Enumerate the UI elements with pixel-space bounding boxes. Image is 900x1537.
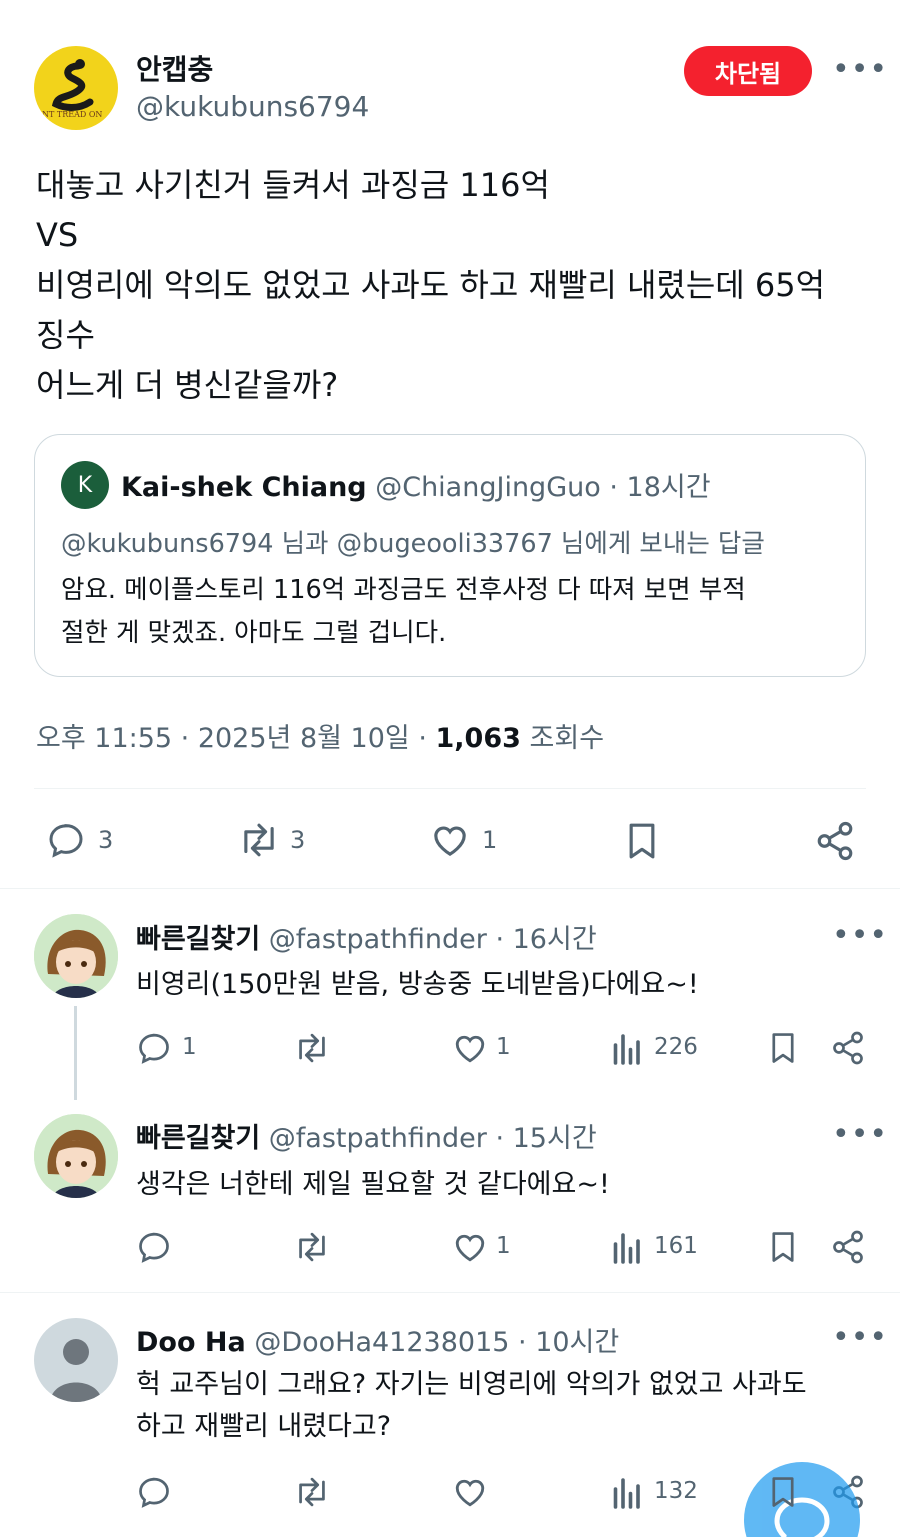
quote-text-line: 암요. 메이플스토리 116억 과징금도 전후사정 다 따져 보면 부적 xyxy=(61,575,746,605)
reply-display-name[interactable]: 빠른길찾기 xyxy=(136,924,260,955)
post-text-line: 대놓고 사기친거 들켜서 과징금 116억 xyxy=(36,166,550,204)
quote-text-line: 절한 게 맞겠죠. 아마도 그럴 겁니다. xyxy=(61,618,447,648)
reply-text: 헉 교주님이 그래요? 자기는 비영리에 악의가 없었고 사과도 하고 재빨리 … xyxy=(136,1364,807,1448)
reply-bubble-icon xyxy=(774,1497,830,1537)
quote-header: Kai-shek Chiang @ChiangJingGuo · 18시간 xyxy=(121,465,711,504)
reply-time: · 15시간 xyxy=(495,1123,597,1154)
reply-icon[interactable] xyxy=(46,820,86,860)
views-icon[interactable] xyxy=(610,1030,642,1066)
reply-more-icon[interactable]: ••• xyxy=(832,921,888,951)
reply-icon[interactable] xyxy=(136,1030,172,1066)
view-count: 132 xyxy=(654,1478,698,1504)
quote-avatar[interactable]: K xyxy=(61,461,109,509)
reply-avatar[interactable] xyxy=(34,1114,118,1198)
reply-icon[interactable] xyxy=(136,1474,172,1510)
default-avatar[interactable] xyxy=(34,1318,118,1402)
views-count: 1,063 xyxy=(435,723,521,754)
author-avatar[interactable]: NT TREAD ON xyxy=(34,46,118,130)
reply-handle[interactable]: @DooHa41238015 xyxy=(254,1327,509,1358)
views-icon[interactable] xyxy=(610,1474,642,1510)
thread-line xyxy=(74,1006,77,1100)
divider xyxy=(0,1292,900,1293)
reply-time: · 10시간 xyxy=(518,1327,620,1358)
reply-handle[interactable]: @fastpathfinder xyxy=(269,924,487,955)
retweet-icon[interactable] xyxy=(292,1030,332,1066)
post-meta: 오후 11:55 · 2025년 8월 10일 · 1,063 조회수 xyxy=(36,716,604,755)
share-icon[interactable] xyxy=(830,1229,866,1265)
quote-avatar-letter: K xyxy=(77,472,93,498)
reply-time: · 16시간 xyxy=(495,924,597,955)
reply-text: 비영리(150만원 받음, 방송중 도네받음)다에요~! xyxy=(136,969,699,1000)
view-count: 161 xyxy=(654,1233,698,1259)
quote-display-name[interactable]: Kai-shek Chiang xyxy=(121,472,367,503)
view-count: 226 xyxy=(654,1034,698,1060)
like-icon[interactable] xyxy=(452,1229,488,1265)
post-timestamp[interactable]: 오후 11:55 · 2025년 8월 10일 · xyxy=(36,723,427,754)
reply-header: Doo Ha @DooHa41238015 · 10시간 xyxy=(136,1320,619,1359)
reply-more-icon[interactable]: ••• xyxy=(832,1120,888,1150)
quote-text: 암요. 메이플스토리 116억 과징금도 전후사정 다 따져 보면 부적 절한 … xyxy=(61,569,746,655)
reply-header: 빠른길찾기 @fastpathfinder · 15시간 xyxy=(136,1116,597,1155)
divider xyxy=(0,888,900,889)
reply-display-name[interactable]: Doo Ha xyxy=(136,1327,246,1358)
reply-avatar[interactable] xyxy=(34,914,118,998)
reply-text-line: 하고 재빨리 내렸다고? xyxy=(136,1411,392,1442)
post-more-icon[interactable]: ••• xyxy=(832,55,888,85)
reply-header: 빠른길찾기 @fastpathfinder · 16시간 xyxy=(136,917,597,956)
share-icon[interactable] xyxy=(830,1030,866,1066)
divider xyxy=(34,788,866,789)
bookmark-icon[interactable] xyxy=(766,1474,800,1510)
quote-card[interactable]: K Kai-shek Chiang @ChiangJingGuo · 18시간 … xyxy=(34,434,866,677)
post-text: 대놓고 사기친거 들켜서 과징금 116억 VS 비영리에 악의도 없었고 사과… xyxy=(36,160,825,410)
share-icon[interactable] xyxy=(814,820,856,862)
like-icon[interactable] xyxy=(452,1474,488,1510)
post-text-line: 비영리에 악의도 없었고 사과도 하고 재빨리 내렸는데 65억 xyxy=(36,266,826,304)
anime-girl-avatar-icon xyxy=(34,1114,118,1198)
reply-icon[interactable] xyxy=(136,1229,172,1265)
retweet-icon[interactable] xyxy=(292,1474,332,1510)
like-count: 1 xyxy=(482,826,498,854)
bookmark-icon[interactable] xyxy=(622,820,662,862)
post-text-line: 징수 xyxy=(36,316,95,354)
reply-display-name[interactable]: 빠른길찾기 xyxy=(136,1123,260,1154)
reply-text: 생각은 너한테 제일 필요할 것 같다에요~! xyxy=(136,1169,610,1200)
quote-handle[interactable]: @ChiangJingGuo xyxy=(375,472,601,503)
reply-count: 1 xyxy=(182,1034,197,1060)
like-icon[interactable] xyxy=(452,1030,488,1066)
views-icon[interactable] xyxy=(610,1229,642,1265)
blocked-button[interactable]: 차단됨 xyxy=(684,46,812,96)
like-icon[interactable] xyxy=(430,820,470,860)
blocked-button-label: 차단됨 xyxy=(714,59,782,88)
retweet-icon[interactable] xyxy=(292,1229,332,1265)
quote-reply-to[interactable]: @kukubuns6794 님과 @bugeooli33767 님에게 보내는 … xyxy=(61,523,765,560)
like-count: 1 xyxy=(496,1233,511,1259)
reply-count: 3 xyxy=(98,826,114,854)
person-placeholder-icon xyxy=(50,1339,102,1402)
reply-handle[interactable]: @fastpathfinder xyxy=(269,1123,487,1154)
quote-time: · 18시간 xyxy=(609,472,711,503)
bookmark-icon[interactable] xyxy=(766,1030,800,1066)
retweet-icon[interactable] xyxy=(236,820,282,860)
post-text-line: 어느게 더 병신같을까? xyxy=(36,366,339,404)
avatar-caption: NT TREAD ON xyxy=(42,110,103,119)
like-count: 1 xyxy=(496,1034,511,1060)
views-label: 조회수 xyxy=(529,723,605,754)
reply-more-icon[interactable]: ••• xyxy=(832,1323,888,1353)
post-text-line: VS xyxy=(36,216,79,254)
bookmark-icon[interactable] xyxy=(766,1229,800,1265)
author-display-name[interactable]: 안캡충 xyxy=(136,48,213,88)
anime-girl-avatar-icon xyxy=(34,914,118,998)
retweet-count: 3 xyxy=(290,826,306,854)
author-handle[interactable]: @kukubuns6794 xyxy=(136,90,369,123)
compose-reply-fab[interactable] xyxy=(744,1462,860,1537)
reply-text-line: 헉 교주님이 그래요? 자기는 비영리에 악의가 없었고 사과도 xyxy=(136,1369,807,1400)
